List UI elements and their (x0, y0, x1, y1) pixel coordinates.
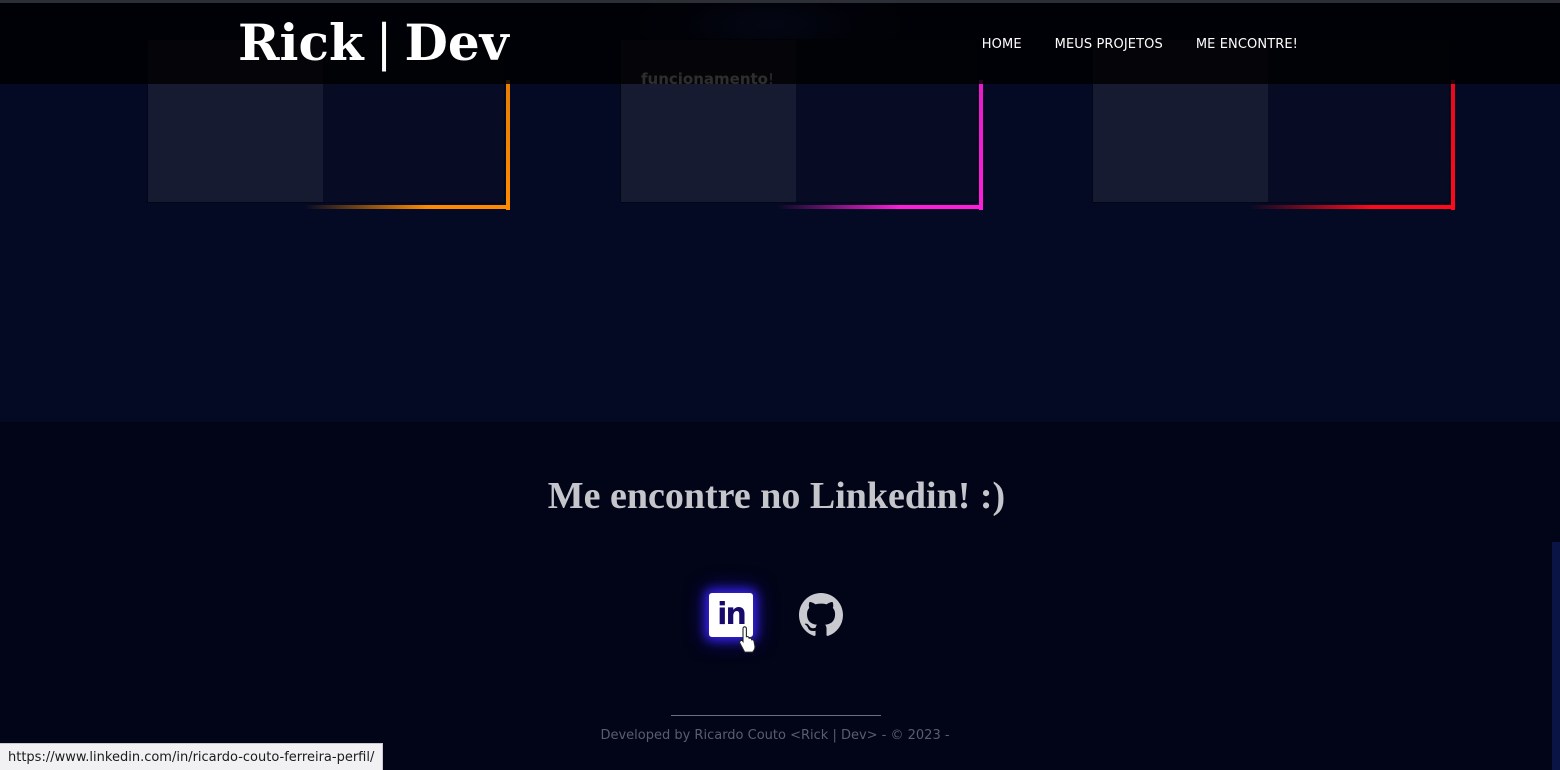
logo-suffix: Dev (404, 13, 509, 72)
card-accent-right (1451, 80, 1455, 210)
footer-credits: Developed by Ricardo Couto <Rick | Dev> … (600, 728, 950, 743)
scrollbar-thumb[interactable] (1552, 542, 1560, 770)
portfolio-page: funcionamento! Rick|Dev HOME MEUS PROJET… (0, 0, 1560, 770)
logo-name: Rick (238, 13, 364, 72)
site-logo[interactable]: Rick | Dev (238, 13, 509, 73)
status-bar-url: https://www.linkedin.com/in/ricardo-cout… (0, 743, 384, 770)
github-icon[interactable] (799, 593, 843, 637)
card-accent-bottom (304, 205, 510, 209)
nav-link-projects[interactable]: MEUS PROJETOS (1055, 37, 1163, 52)
footer-title: Me encontre no Linkedin! :) (547, 475, 1006, 517)
nav-link-contact[interactable]: ME ENCONTRE! (1196, 37, 1298, 52)
footer-divider (671, 715, 881, 716)
nav-link-home[interactable]: HOME (982, 37, 1022, 52)
card-accent-bottom (777, 205, 983, 209)
hand-cursor-icon (739, 626, 756, 653)
card-accent-right (979, 80, 983, 210)
main-nav: HOME MEUS PROJETOS ME ENCONTRE! (982, 37, 1298, 52)
logo-separator: | (375, 14, 393, 72)
card-accent-bottom (1249, 205, 1455, 209)
card-accent-right (506, 80, 510, 210)
contact-footer: Me encontre no Linkedin! :) in Developed… (0, 422, 1560, 770)
navbar: Rick | Dev HOME MEUS PROJETOS ME ENCONTRE! (0, 0, 1560, 84)
github-link[interactable] (799, 592, 843, 638)
social-links: in (0, 592, 1552, 638)
